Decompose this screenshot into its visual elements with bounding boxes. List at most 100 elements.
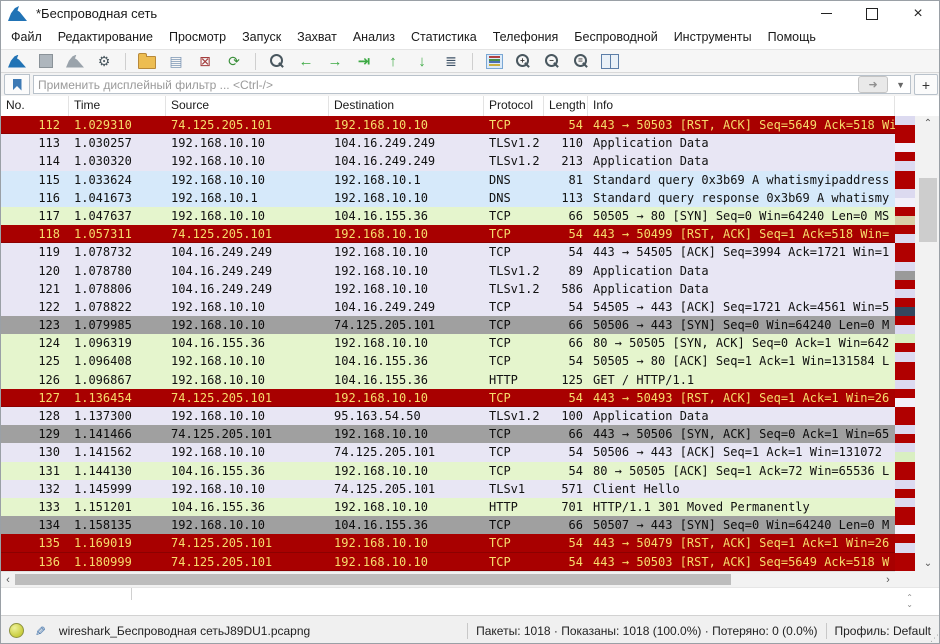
packet-row[interactable]: 1331.151201104.16.155.36192.168.10.10HTT… — [1, 498, 895, 516]
capture-options-icon[interactable]: ⚙ — [94, 52, 114, 70]
cell-length: 54 — [544, 116, 588, 133]
horizontal-scrollbar[interactable]: ‹ › — [1, 571, 895, 587]
cell-length: 54 — [544, 352, 588, 370]
start-capture-icon[interactable] — [7, 52, 27, 70]
packet-row[interactable]: 1201.078780104.16.249.249192.168.10.10TL… — [1, 262, 895, 280]
maximize-button[interactable] — [849, 1, 895, 26]
packet-row[interactable]: 1171.047637192.168.10.10104.16.155.36TCP… — [1, 207, 895, 225]
capture-comment-icon[interactable]: ✎ — [31, 625, 47, 636]
display-filter-input[interactable] — [34, 78, 858, 92]
packet-row[interactable]: 1281.137300192.168.10.1095.163.54.50TLSv… — [1, 407, 895, 425]
packet-row[interactable]: 1321.145999192.168.10.1074.125.205.101TL… — [1, 480, 895, 498]
packet-row[interactable]: 1361.18099974.125.205.101192.168.10.10TC… — [1, 553, 895, 571]
cell-time: 1.029310 — [69, 116, 166, 133]
cell-protocol: TCP — [484, 389, 544, 406]
filter-bookmark-button[interactable] — [4, 74, 30, 95]
zoom-100-icon[interactable]: = — [571, 52, 591, 70]
column-header-no[interactable]: No. — [1, 96, 69, 116]
minimap-stripe — [895, 262, 915, 271]
packet-row[interactable]: 1341.158135192.168.10.10104.16.155.36TCP… — [1, 516, 895, 534]
profile-label[interactable]: Профиль: Default — [835, 624, 932, 638]
zoom-out-icon[interactable]: − — [542, 52, 562, 70]
menu-item-телефония[interactable]: Телефония — [485, 26, 567, 49]
minimap-stripe — [895, 371, 915, 380]
packet-row[interactable]: 1251.096408192.168.10.10104.16.155.36TCP… — [1, 352, 895, 370]
packet-row[interactable]: 1261.096867192.168.10.10104.16.155.36HTT… — [1, 371, 895, 389]
column-header-destination[interactable]: Destination — [329, 96, 484, 116]
menu-item-запуск[interactable]: Запуск — [234, 26, 289, 49]
close-button[interactable]: × — [895, 1, 940, 26]
find-packet-icon[interactable] — [267, 52, 287, 70]
menu-item-беспроводной[interactable]: Беспроводной — [566, 26, 665, 49]
stop-capture-icon[interactable] — [36, 52, 56, 70]
packet-row[interactable]: 1211.078806104.16.249.249192.168.10.10TL… — [1, 280, 895, 298]
restart-capture-icon[interactable] — [65, 52, 85, 70]
vertical-scroll-thumb[interactable] — [919, 178, 937, 242]
scroll-up-icon[interactable]: ⌃ — [915, 118, 940, 129]
expert-info-icon[interactable] — [9, 623, 24, 638]
menu-item-просмотр[interactable]: Просмотр — [161, 26, 234, 49]
save-file-icon[interactable]: ▤ — [166, 52, 186, 70]
packet-row[interactable]: 1181.05731174.125.205.101192.168.10.10TC… — [1, 225, 895, 243]
packet-row[interactable]: 1271.13645474.125.205.101192.168.10.10TC… — [1, 389, 895, 407]
menu-item-инструменты[interactable]: Инструменты — [666, 26, 760, 49]
goto-packet-icon[interactable]: ⇥ — [354, 52, 374, 70]
colorize-packets-icon[interactable] — [484, 52, 504, 70]
menu-item-статистика[interactable]: Статистика — [403, 26, 485, 49]
close-file-icon[interactable]: ⊠ — [195, 52, 215, 70]
packet-row[interactable]: 1141.030320192.168.10.10104.16.249.249TL… — [1, 152, 895, 170]
go-back-icon[interactable]: ← — [296, 52, 316, 70]
scroll-down-icon[interactable]: ⌄ — [915, 558, 940, 569]
menu-item-редактирование[interactable]: Редактирование — [50, 26, 161, 49]
packet-row[interactable]: 1121.02931074.125.205.101192.168.10.10TC… — [1, 116, 895, 134]
go-forward-icon[interactable]: → — [325, 52, 345, 70]
pane-splitter-icon[interactable]: ⌃⌄ — [906, 594, 913, 608]
packet-list-pane: No.TimeSourceDestinationProtocolLengthIn… — [1, 96, 940, 587]
menu-item-файл[interactable]: Файл — [3, 26, 50, 49]
autoscroll-icon[interactable]: ≣ — [441, 52, 461, 70]
apply-filter-button[interactable]: ➜ — [858, 76, 888, 93]
column-header-time[interactable]: Time — [69, 96, 166, 116]
packet-minimap[interactable] — [895, 116, 915, 571]
menu-item-помощь[interactable]: Помощь — [760, 26, 824, 49]
cell-protocol: TCP — [484, 462, 544, 480]
packet-row[interactable]: 1351.16901974.125.205.101192.168.10.10TC… — [1, 534, 895, 552]
column-header-source[interactable]: Source — [166, 96, 329, 116]
packet-row[interactable]: 1151.033624192.168.10.10192.168.10.1DNS8… — [1, 171, 895, 189]
zoom-in-icon[interactable]: + — [513, 52, 533, 70]
open-file-icon[interactable] — [137, 52, 157, 70]
main-toolbar: ⚙ ▤ ⊠ ⟳ ← → ⇥ ↑ ↓ ≣ +−= — [1, 49, 940, 73]
go-last-packet-icon[interactable]: ↓ — [412, 52, 432, 70]
cell-no: 123 — [1, 316, 69, 334]
cell-protocol: HTTP — [484, 371, 544, 389]
cell-destination: 192.168.10.10 — [329, 243, 484, 261]
column-header-info[interactable]: Info — [588, 96, 895, 116]
reload-file-icon[interactable]: ⟳ — [224, 52, 244, 70]
packet-row[interactable]: 1131.030257192.168.10.10104.16.249.249TL… — [1, 134, 895, 152]
packet-row[interactable]: 1291.14146674.125.205.101192.168.10.10TC… — [1, 425, 895, 443]
resize-columns-icon[interactable] — [600, 52, 620, 70]
packet-row[interactable]: 1221.078822192.168.10.10104.16.249.249TC… — [1, 298, 895, 316]
menu-item-захват[interactable]: Захват — [289, 26, 345, 49]
menu-item-анализ[interactable]: Анализ — [345, 26, 403, 49]
resize-grip[interactable]: ⋰ — [930, 633, 940, 644]
packet-row[interactable]: 1311.144130104.16.155.36192.168.10.10TCP… — [1, 462, 895, 480]
minimize-button[interactable] — [803, 1, 849, 26]
go-first-packet-icon[interactable]: ↑ — [383, 52, 403, 70]
scroll-left-icon[interactable]: ‹ — [1, 572, 15, 587]
minimap-stripe — [895, 289, 915, 298]
packet-row[interactable]: 1301.141562192.168.10.1074.125.205.101TC… — [1, 443, 895, 461]
packet-row[interactable]: 1191.078732104.16.249.249192.168.10.10TC… — [1, 243, 895, 261]
vertical-scrollbar[interactable]: ⌃ ⌄ — [915, 116, 940, 571]
packet-row[interactable]: 1161.041673192.168.10.1192.168.10.10DNS1… — [1, 189, 895, 207]
packet-row[interactable]: 1241.096319104.16.155.36192.168.10.10TCP… — [1, 334, 895, 352]
horizontal-scroll-thumb[interactable] — [15, 574, 731, 585]
packet-list: 1121.02931074.125.205.101192.168.10.10TC… — [1, 116, 895, 571]
column-header-length[interactable]: Length — [544, 96, 588, 116]
column-header-protocol[interactable]: Protocol — [484, 96, 544, 116]
packet-row[interactable]: 1231.079985192.168.10.1074.125.205.101TC… — [1, 316, 895, 334]
add-filter-button[interactable]: + — [914, 74, 938, 95]
scroll-right-icon[interactable]: › — [881, 572, 895, 587]
cell-no: 117 — [1, 207, 69, 225]
filter-dropdown-caret[interactable]: ▼ — [891, 80, 910, 90]
